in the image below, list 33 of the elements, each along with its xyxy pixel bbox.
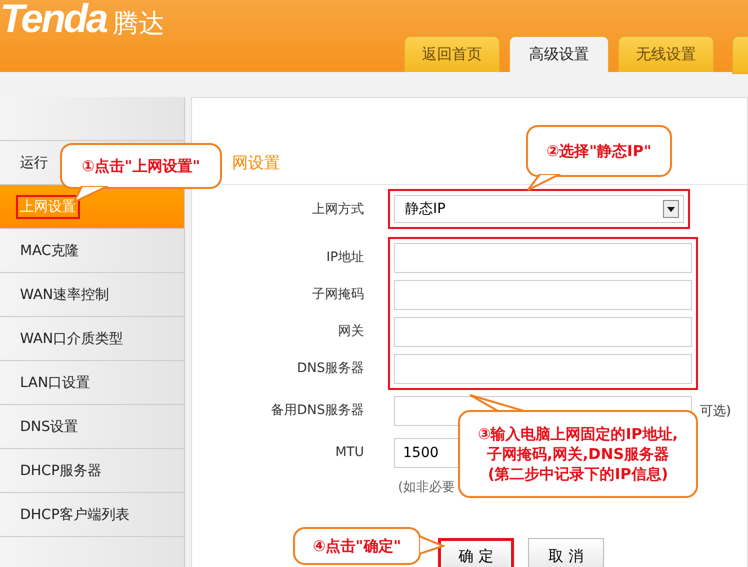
logo-chinese: 腾达 <box>112 8 164 41</box>
sidebar-label: WAN速率控制 <box>19 286 110 304</box>
optional-hint: 可选) <box>700 402 732 420</box>
sidebar-item[interactable]: LAN口设置 <box>0 361 184 405</box>
sidebar-item[interactable]: DNS设置 <box>0 405 184 449</box>
field-label: IP地址 <box>325 249 365 267</box>
sidebar-label: MAC克隆 <box>19 242 80 260</box>
confirm-button[interactable]: 确 定 <box>438 538 514 567</box>
nav-tab[interactable]: 高级设置 <box>509 36 609 72</box>
sidebar-label: DHCP服务器 <box>19 462 103 480</box>
sidebar-label: LAN口设置 <box>19 374 92 392</box>
sidebar-label: DHCP客户端列表 <box>19 506 131 524</box>
field-label: 上网方式 <box>311 201 365 218</box>
connection-type-select[interactable]: 静态IP <box>394 195 684 223</box>
sidebar-label: WAN口介质类型 <box>19 330 124 348</box>
field-label: 网关 <box>337 323 365 341</box>
nav-tab[interactable]: 无线设置 <box>618 36 714 72</box>
sidebar-label: 上网设置 <box>16 194 80 218</box>
sidebar-item[interactable]: DHCP客户端列表 <box>0 493 184 537</box>
field-label: 备用DNS服务器 <box>270 402 365 420</box>
sidebar-item[interactable]: MAC克隆 <box>0 229 184 273</box>
field-label: DNS服务器 <box>296 360 365 378</box>
field-note: (如非必要 <box>398 479 456 496</box>
field-label: MTU <box>334 444 365 462</box>
sidebar-item[interactable]: WAN速率控制 <box>0 273 184 317</box>
logo: Tenda <box>0 0 106 42</box>
sidebar-item[interactable]: WAN口介质类型 <box>0 317 184 361</box>
nav-tab[interactable]: 返回首页 <box>404 36 500 72</box>
sidebar-label: DNS设置 <box>19 418 80 436</box>
cancel-button[interactable]: 取 消 <box>528 538 604 567</box>
sidebar-label: 运行 <box>19 154 49 172</box>
field-label: 子网掩码 <box>311 286 365 304</box>
sidebar-item[interactable]: DHCP服务器 <box>0 449 184 493</box>
